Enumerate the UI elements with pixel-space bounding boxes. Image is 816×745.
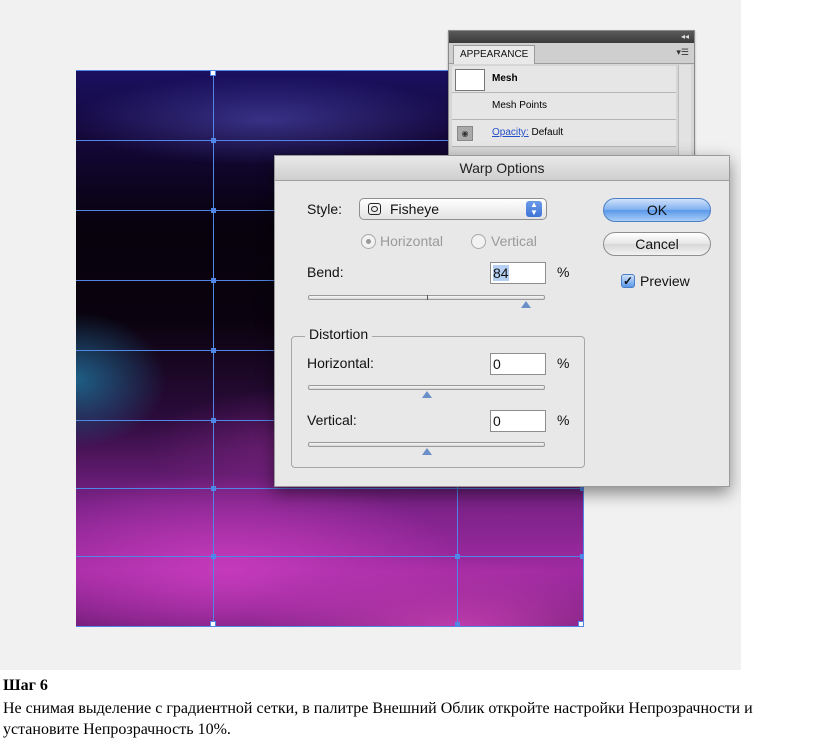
warp-options-dialog: Warp Options Style: Fisheye ▲ ▼ Horizonta…: [274, 155, 730, 487]
distortion-group-label: Distortion: [305, 326, 373, 342]
cancel-button[interactable]: Cancel: [603, 232, 711, 256]
row-label: Mesh: [492, 73, 518, 84]
mesh-anchor-point[interactable]: [210, 70, 216, 76]
percent-sign: %: [557, 355, 570, 371]
horizontal-distortion-slider[interactable]: [308, 385, 545, 390]
opacity-value: Default: [531, 127, 564, 138]
mesh-line: [76, 488, 584, 489]
appearance-row-mesh-points[interactable]: Mesh Points: [452, 93, 676, 120]
mesh-point[interactable]: [211, 486, 216, 491]
collapse-icon[interactable]: ◂◂: [681, 31, 689, 43]
vertical-distortion-slider[interactable]: [308, 442, 545, 447]
step-title: Шаг 6: [3, 677, 48, 694]
panel-tabbar: APPEARANCE ▾☰: [449, 43, 694, 64]
mesh-point[interactable]: [211, 348, 216, 353]
horizontal-slider-thumb[interactable]: [421, 391, 432, 398]
appearance-row-opacity[interactable]: ◉ Opacity: Default: [452, 120, 676, 147]
mesh-point[interactable]: [211, 208, 216, 213]
horizontal-distortion-field[interactable]: 0: [490, 353, 546, 375]
slider-center-tick: [427, 295, 428, 300]
style-value: Fisheye: [390, 201, 440, 217]
vertical-radio[interactable]: [471, 234, 486, 249]
panel-menu-icon[interactable]: ▾☰: [676, 47, 689, 58]
step-instructions: Не снимая выделение с градиентной сетки,…: [3, 700, 753, 738]
percent-sign: %: [557, 264, 570, 280]
mesh-point[interactable]: [455, 554, 460, 559]
bend-field[interactable]: 84: [490, 262, 546, 284]
vertical-slider-thumb[interactable]: [421, 448, 432, 455]
mesh-anchor-point[interactable]: [210, 621, 216, 627]
horizontal-radio-label: Horizontal: [380, 233, 444, 249]
mesh-point[interactable]: [211, 418, 216, 423]
mesh-line: [76, 556, 584, 557]
eye-icon[interactable]: ◉: [457, 126, 473, 141]
appearance-row-mesh[interactable]: Mesh: [452, 66, 676, 93]
mesh-point[interactable]: [211, 278, 216, 283]
horizontal-radio[interactable]: [361, 234, 376, 249]
vertical-radio-label: Vertical: [491, 233, 537, 249]
opacity-link[interactable]: Opacity:: [492, 127, 529, 138]
bend-value: 84: [493, 265, 509, 281]
vertical-distortion-label: Vertical:: [307, 412, 357, 428]
opacity-row-text: Opacity: Default: [492, 120, 563, 146]
ok-button[interactable]: OK: [603, 198, 711, 222]
percent-sign: %: [557, 412, 570, 428]
mesh-point[interactable]: [211, 554, 216, 559]
mesh-point[interactable]: [580, 554, 584, 559]
mesh-point[interactable]: [211, 138, 216, 143]
screenshot-area: ◂◂ APPEARANCE ▾☰ Mesh Mesh Points ◉ Opac…: [0, 0, 741, 670]
style-select[interactable]: Fisheye ▲ ▼: [359, 198, 547, 220]
horizontal-distortion-label: Horizontal:: [307, 355, 374, 371]
mesh-point[interactable]: [455, 622, 460, 627]
dialog-title: Warp Options: [275, 156, 729, 181]
preview-checkbox[interactable]: ✓: [621, 274, 635, 288]
row-label: Mesh Points: [492, 100, 548, 111]
mesh-line: [76, 626, 584, 627]
fisheye-icon: [368, 203, 381, 215]
tab-appearance[interactable]: APPEARANCE: [453, 45, 536, 64]
panel-titlebar[interactable]: ◂◂: [449, 31, 694, 43]
mesh-anchor-point[interactable]: [578, 621, 584, 627]
preview-label: Preview: [640, 273, 690, 289]
vertical-distortion-field[interactable]: 0: [490, 410, 546, 432]
style-label: Style:: [307, 201, 343, 217]
bend-label: Bend:: [307, 264, 344, 280]
stepper-arrows-icon: ▲ ▼: [526, 201, 542, 217]
bend-slider-thumb[interactable]: [521, 301, 532, 308]
object-thumbnail: [455, 69, 485, 91]
panel-scrollbar[interactable]: [678, 65, 691, 157]
checkmark-icon: ✓: [622, 274, 634, 288]
appearance-panel: ◂◂ APPEARANCE ▾☰ Mesh Mesh Points ◉ Opac…: [448, 30, 695, 162]
